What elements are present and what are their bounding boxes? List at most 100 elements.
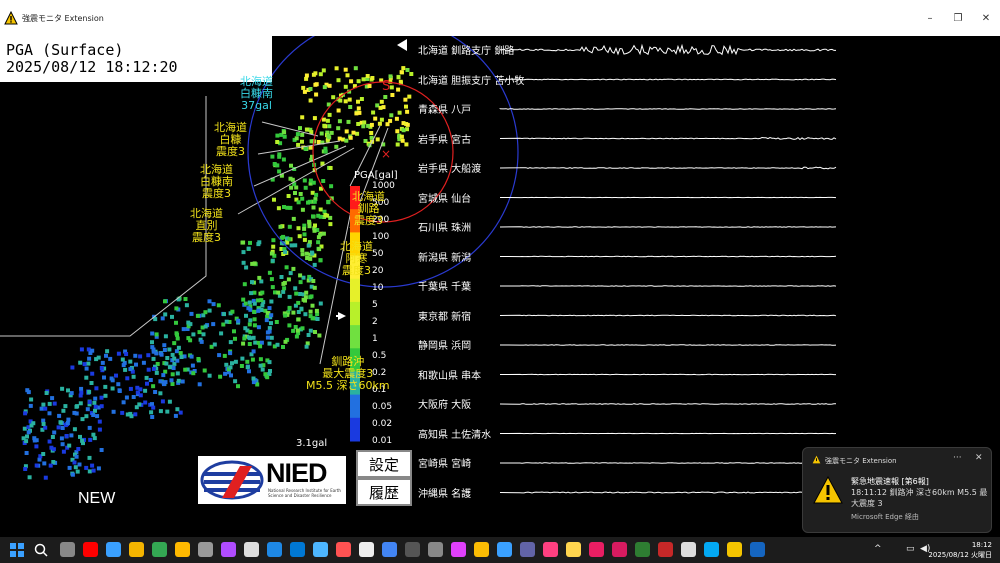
station-dot <box>318 258 323 263</box>
station-dot <box>399 70 404 75</box>
taskbar-app-icon[interactable] <box>681 542 696 557</box>
taskbar-app-icon[interactable] <box>244 542 259 557</box>
taskbar-app-icon[interactable] <box>221 542 236 557</box>
taskbar-app-icon[interactable] <box>635 542 650 557</box>
taskbar-app-icon[interactable] <box>750 542 765 557</box>
station-dot <box>172 341 177 346</box>
station-dot <box>188 322 193 327</box>
taskbar-app-icon[interactable] <box>727 542 742 557</box>
station-dot <box>287 323 292 328</box>
station-dot <box>99 404 104 409</box>
station-dot <box>90 348 95 353</box>
taskbar-app-icon[interactable] <box>60 542 75 557</box>
station-dot <box>346 119 351 124</box>
station-dot <box>77 462 82 467</box>
taskbar-app-icon[interactable] <box>566 542 581 557</box>
station-dot <box>78 360 83 365</box>
start-button-icon[interactable] <box>10 543 24 557</box>
taskbar-app-icon[interactable] <box>658 542 673 557</box>
settings-button[interactable]: 設定 <box>356 450 412 478</box>
taskbar-app-icon[interactable] <box>313 542 328 557</box>
station-dot <box>69 391 74 396</box>
station-dot <box>389 85 394 90</box>
taskbar-app-icon[interactable] <box>612 542 627 557</box>
pga-timestamp: 2025/08/12 18:12:20 <box>6 58 178 76</box>
taskbar-app-icon[interactable] <box>290 542 305 557</box>
play-back-icon[interactable] <box>396 38 408 52</box>
taskbar-clock[interactable]: 18:12 2025/08/12 火曜日 <box>928 540 992 560</box>
station-dot <box>366 123 371 128</box>
station-dot <box>41 452 46 456</box>
station-dot <box>174 306 179 311</box>
station-dot <box>322 123 327 128</box>
tray-network-icon[interactable]: ▭ <box>906 544 915 554</box>
station-dot <box>189 311 194 316</box>
taskbar-app-icon[interactable] <box>405 542 420 557</box>
taskbar-app-icon[interactable] <box>83 542 98 557</box>
station-dot <box>60 386 65 391</box>
station-dot <box>351 130 356 135</box>
taskbar-app-icon[interactable] <box>520 542 535 557</box>
station-label: 和歌山県 串本 <box>418 370 482 382</box>
station-dot <box>260 290 265 295</box>
station-dot <box>294 291 299 296</box>
station-dot <box>229 373 233 378</box>
taskbar-app-icon[interactable] <box>198 542 213 557</box>
taskbar-app-icon[interactable] <box>428 542 443 557</box>
station-label: 北海道 胆振支庁 苫小牧 <box>418 75 525 87</box>
station-dot <box>405 109 410 114</box>
station-dot <box>143 388 148 393</box>
station-dot <box>143 400 148 405</box>
taskbar-app-icon[interactable] <box>175 542 190 557</box>
tray-chevron-icon[interactable]: ^ <box>874 544 882 554</box>
search-icon[interactable] <box>34 543 48 557</box>
station-dot <box>318 301 323 306</box>
station-label: 岩手県 大船渡 <box>418 164 482 175</box>
station-dot <box>312 262 317 267</box>
station-dot <box>405 68 410 72</box>
taskbar-app-icon[interactable] <box>451 542 466 557</box>
taskbar-app-icon[interactable] <box>152 542 167 557</box>
notification-toast[interactable]: 強震モニタ Extension ··· ✕ 緊急地震速報 [第6報] 18:11… <box>802 447 992 533</box>
maximize-button[interactable]: ❐ <box>944 0 972 36</box>
minimize-button[interactable]: – <box>916 0 944 36</box>
station-dot <box>99 395 104 400</box>
taskbar-app-icon[interactable] <box>382 542 397 557</box>
alert-warning-icon <box>813 476 843 504</box>
taskbar-app-icon[interactable] <box>106 542 121 557</box>
taskbar-app-icon[interactable] <box>359 542 374 557</box>
station-dot <box>299 306 304 311</box>
station-dot <box>49 445 54 450</box>
taskbar-app-icon[interactable] <box>589 542 604 557</box>
station-dot <box>257 275 262 280</box>
taskbar-app-icon[interactable] <box>267 542 282 557</box>
station-dot <box>183 367 188 372</box>
station-dot <box>300 248 305 253</box>
station-label: 石川県 珠洲 <box>418 223 472 234</box>
taskbar-app-icon[interactable] <box>336 542 351 557</box>
history-button[interactable]: 履歴 <box>356 478 412 506</box>
station-dot <box>240 356 245 361</box>
station-dot <box>92 400 97 405</box>
toast-close-button[interactable]: ✕ <box>975 453 983 463</box>
station-dot <box>87 400 92 405</box>
station-dot <box>222 312 226 317</box>
station-dot <box>283 249 288 254</box>
toast-more-button[interactable]: ··· <box>953 453 962 463</box>
station-dot <box>241 240 246 245</box>
station-dot <box>144 375 149 380</box>
taskbar-app-icon[interactable] <box>129 542 144 557</box>
taskbar-app-icon[interactable] <box>497 542 512 557</box>
station-dot <box>291 266 296 271</box>
taskbar-app-icon[interactable] <box>543 542 558 557</box>
station-dot <box>121 400 126 405</box>
station-dot <box>297 234 302 239</box>
taskbar-app-icon[interactable] <box>474 542 489 557</box>
station-dot <box>296 226 301 231</box>
station-dot <box>362 120 367 125</box>
station-dot <box>162 343 167 348</box>
station-dot <box>256 242 261 247</box>
close-button[interactable]: ✕ <box>972 0 1000 36</box>
station-label: 青森県 八戸 <box>418 105 472 116</box>
taskbar-app-icon[interactable] <box>704 542 719 557</box>
